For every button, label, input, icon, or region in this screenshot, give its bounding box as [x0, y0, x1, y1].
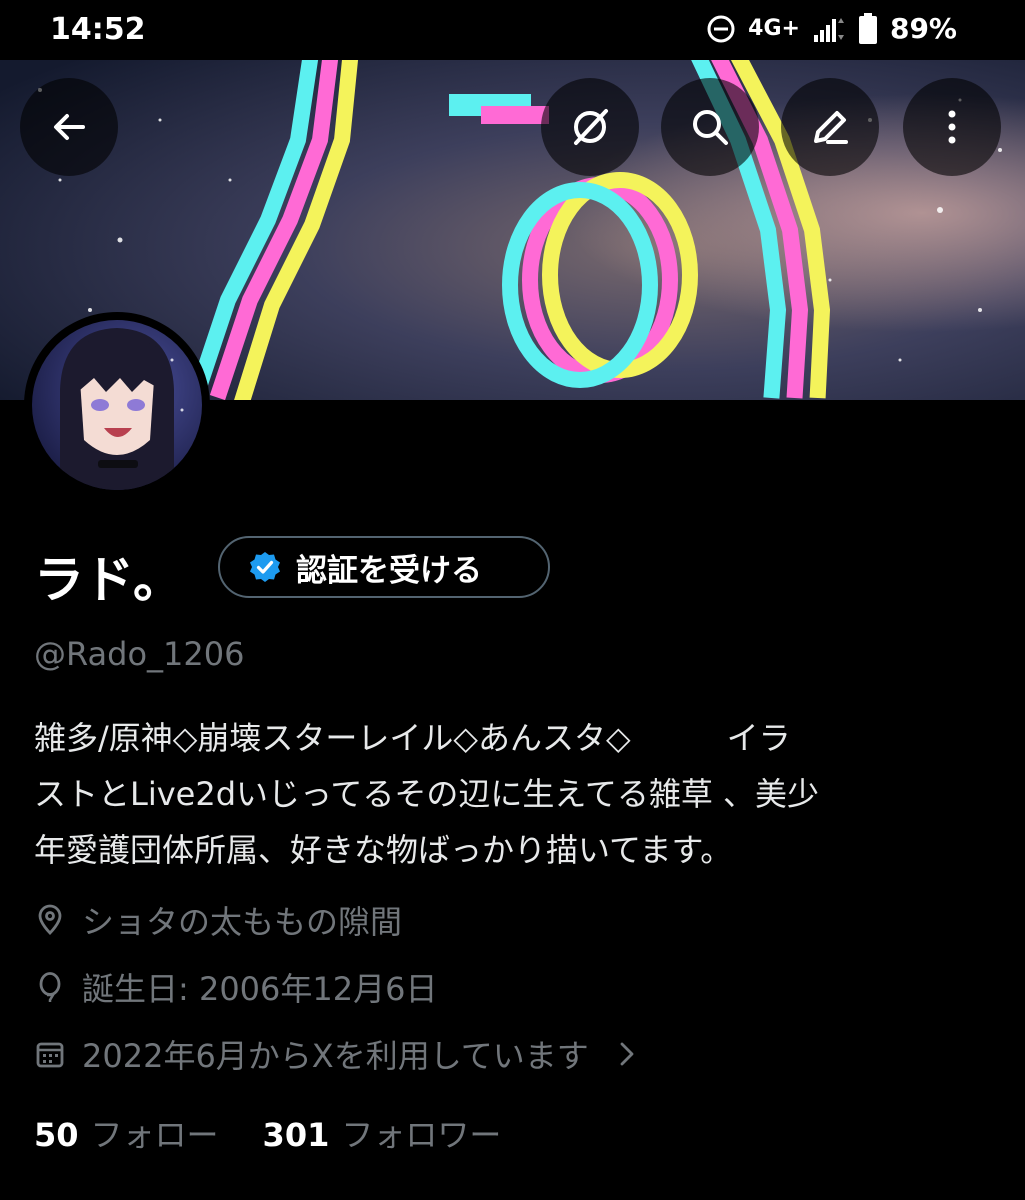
chevron-right-icon [620, 1042, 634, 1066]
search-button[interactable] [661, 78, 759, 176]
more-vertical-icon [948, 110, 956, 144]
calendar-icon [36, 1042, 64, 1068]
following-count[interactable]: 50 [34, 1116, 79, 1154]
avatar[interactable] [24, 312, 210, 498]
search-icon [693, 110, 728, 145]
following-label[interactable]: フォロー [91, 1110, 219, 1156]
display-name: ラド。 [34, 551, 183, 609]
grok-icon [574, 109, 608, 145]
get-verified-button[interactable]: 認証を受ける [218, 536, 550, 598]
edit-icon [814, 111, 848, 144]
follow-stats: 50 フォロー 301 フォロワー [34, 1110, 545, 1156]
followers-label[interactable]: フォロワー [341, 1110, 501, 1156]
birthday-row: 誕生日: 2006年12月6日 [34, 964, 437, 1010]
edit-button[interactable] [781, 78, 879, 176]
battery-icon [858, 12, 877, 44]
battery-percent: 89% [889, 12, 957, 45]
status-icons: 4G+ 89% [706, 12, 957, 45]
status-time: 14:52 [50, 12, 146, 47]
bio-line: ストとLive2dいじってるその辺に生えてる雑草 、美少 [34, 775, 819, 813]
user-handle: @Rado_1206 [34, 635, 245, 673]
joined-row[interactable]: 2022年6月からXを利用しています [34, 1031, 643, 1077]
get-verified-label: 認証を受ける [296, 552, 482, 589]
balloon-icon [39, 972, 61, 1002]
bio-line: 雑多/原神◇崩壊スターレイル◇あんスタ◇ イラ [34, 719, 791, 757]
network-type: 4G+ [748, 16, 800, 41]
status-bar: 14:52 4G+ 89% [0, 0, 1025, 60]
do-not-disturb-icon [707, 15, 735, 42]
location-pin-icon [38, 904, 62, 935]
verified-badge-icon [250, 552, 280, 582]
profile-bio: 雑多/原神◇崩壊スターレイル◇あんスタ◇ イラ ストとLive2dいじってるその… [34, 710, 994, 878]
joined-text: 2022年6月からXを利用しています [82, 1037, 589, 1075]
signal-icon [813, 17, 844, 42]
location-row: ショタの太ももの隙間 [34, 897, 402, 943]
more-button[interactable] [903, 78, 1001, 176]
back-button[interactable] [20, 78, 118, 176]
bio-line: 年愛護団体所属、好きな物ばっかり描いてます。 [34, 831, 733, 869]
back-arrow-icon [54, 114, 85, 140]
birthday-text: 誕生日: 2006年12月6日 [82, 970, 438, 1008]
location-text: ショタの太ももの隙間 [82, 903, 403, 941]
avatar-image [32, 320, 202, 490]
followers-count[interactable]: 301 [263, 1116, 330, 1154]
grok-button[interactable] [541, 78, 639, 176]
